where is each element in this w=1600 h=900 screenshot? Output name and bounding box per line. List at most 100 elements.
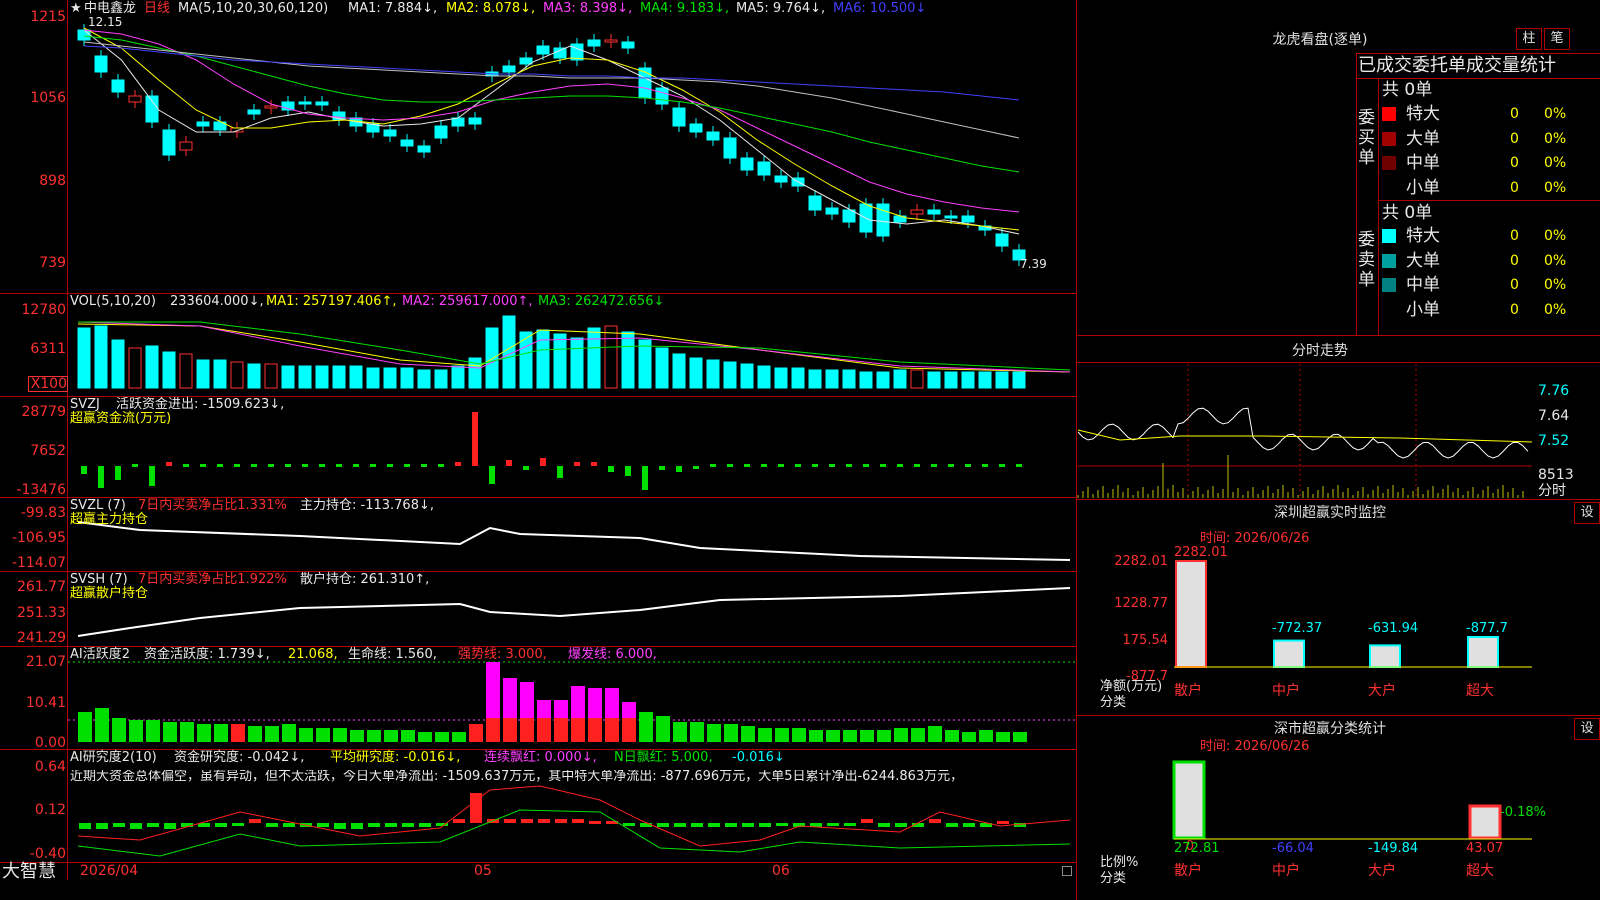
ai2-line-green [77, 809, 1071, 857]
candle-4 [145, 95, 159, 123]
sell-pct-2: 0% [1544, 277, 1567, 293]
svzj-bar-35 [676, 466, 682, 472]
classify-settings-button[interactable]: 设 [1574, 718, 1600, 740]
tick-mode-button[interactable]: 笔 [1544, 28, 1570, 50]
svzj-bar-54 [999, 464, 1005, 467]
vol-bar-44 [825, 369, 839, 389]
monitor-settings-button[interactable]: 设 [1574, 502, 1600, 524]
lock-icon[interactable] [1062, 866, 1072, 876]
ai2-comment: 近期大资金总体偏空，虽有异动，但不太活跃，今日大单净流出: -1509.637万… [70, 770, 964, 784]
ai2-bar-35 [674, 823, 686, 827]
vol-unit[interactable]: X100 [28, 376, 68, 392]
ma6-value: MA6: 10.500↓ [833, 1, 927, 16]
buy-name-0: 特大 [1406, 104, 1440, 124]
svzj-label: SVZJ [70, 397, 100, 412]
ai2-bar-45 [844, 823, 856, 826]
ai2-label: AI研究度2(10) [70, 750, 157, 765]
candle-49 [910, 209, 924, 215]
candle-34 [655, 87, 669, 105]
svzj-bar-23 [472, 412, 478, 466]
svzl-sub: 超赢主力持仓 [70, 512, 149, 527]
ma4-value: MA4: 9.183↓, [640, 1, 730, 16]
svzj-bar-16 [353, 464, 359, 467]
vol-bar-5 [162, 351, 176, 389]
svzj-bar-53 [982, 464, 988, 467]
ai1-axis-2: 10.41 [25, 695, 66, 711]
price-axis-3: 898 [39, 173, 66, 189]
intraday-price-line [1077, 407, 1529, 459]
ma2-value: MA2: 8.078↓, [446, 1, 536, 16]
buy-total: 共 0单 [1382, 80, 1433, 100]
svzj-bar-24 [489, 466, 495, 484]
classify-category-2: 大户 [1368, 863, 1396, 879]
ai1-bar-base-24 [486, 718, 500, 742]
svzj-axis-1: 28779 [21, 404, 66, 420]
svzj-bar-32 [625, 466, 631, 476]
ai1-t2: 21.068, [288, 647, 338, 662]
ai1-bar-3 [129, 720, 143, 742]
svzj-bar-49 [914, 464, 920, 467]
monitor-value-3: -877.7 [1466, 621, 1508, 636]
classify-ylabel2: 分类 [1100, 871, 1127, 886]
candle-40 [757, 161, 771, 176]
vol-bar-8 [213, 359, 227, 389]
svzj-bar-45 [846, 464, 852, 467]
vol-bar-27 [536, 329, 550, 389]
ai2-bar-29 [572, 819, 584, 823]
ai1-bar-base-25 [503, 718, 517, 742]
svzj-bar-37 [710, 464, 716, 467]
brand-label: 大智慧 [2, 861, 56, 882]
ai2-bar-54 [997, 821, 1009, 824]
buy-count-3: 0 [1510, 179, 1519, 196]
ai2-axis-3: -0.40 [29, 846, 66, 862]
svzl-text1: 7日内买卖净占比1.331% [138, 498, 287, 513]
buy-name-3: 小单 [1406, 177, 1440, 198]
monitor-axis-3: 175.54 [1122, 633, 1169, 648]
ai1-bar-18 [384, 730, 398, 742]
bar-mode-button[interactable]: 柱 [1516, 28, 1542, 50]
candle-27 [536, 45, 550, 55]
ai2-bar-9 [232, 823, 244, 826]
classify-title: 深市超赢分类统计 [1274, 721, 1386, 737]
vol-bar-33 [638, 339, 652, 389]
ai1-bar-38 [724, 724, 738, 742]
ai1-bar-5 [163, 722, 177, 742]
svzj-bar-2 [115, 466, 121, 480]
ai1-bar-43 [809, 730, 823, 742]
ai1-axis-3: 0.00 [34, 735, 66, 751]
vol-bar-24 [485, 327, 499, 389]
ai2-bar-27 [538, 819, 550, 823]
period-label[interactable]: 日线 [144, 2, 170, 16]
candle-20 [417, 145, 431, 153]
classify-pct: -0.18% [1500, 805, 1546, 820]
svzj-bar-55 [1016, 464, 1022, 467]
ai2-bar-30 [589, 821, 601, 824]
svsh-axis-2: 251.33 [17, 605, 66, 621]
ai1-bar-base-30 [588, 718, 602, 742]
ai2-bar-47 [878, 823, 890, 827]
monitor-bar-2 [1369, 644, 1401, 669]
buy-pct-3: 0% [1544, 179, 1567, 196]
buy-order-label: 委买单 [1358, 108, 1375, 168]
star-icon[interactable]: ★ [70, 2, 82, 16]
svzl-line [77, 521, 1071, 561]
svsh-text1: 7日内买卖净占比1.922% [138, 572, 287, 587]
ma-line-4 [83, 35, 1020, 173]
chart-canvas[interactable] [0, 0, 1076, 900]
vol-bar-2 [111, 339, 125, 389]
candle-43 [808, 195, 822, 211]
ai1-bar-51 [945, 730, 959, 742]
candle-26 [519, 57, 533, 65]
svzj-bar-21 [438, 464, 444, 467]
ai1-bar-base-31 [605, 718, 619, 742]
intraday-axis-1: 7.76 [1538, 383, 1570, 399]
sell-color-2 [1382, 278, 1396, 292]
ai2-bar-2 [113, 823, 125, 827]
vol-bar-1 [94, 325, 108, 389]
ai1-bar-42 [792, 728, 806, 742]
sell-pct-0: 0% [1544, 228, 1567, 244]
monitor-title: 深圳超赢实时监控 [1274, 505, 1386, 521]
high-mark: 12.15 [88, 15, 123, 29]
ai2-bar-37 [708, 823, 720, 827]
ai1-t4: 强势线: 3.000, [458, 647, 547, 662]
